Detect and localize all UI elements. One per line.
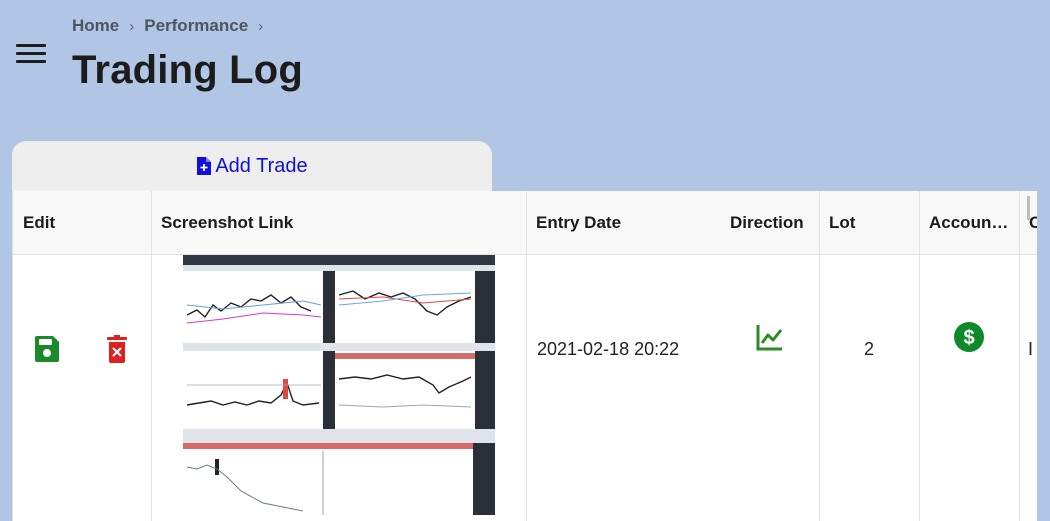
column-divider bbox=[526, 191, 527, 521]
column-divider bbox=[919, 191, 920, 521]
add-trade-tab[interactable]: Add Trade bbox=[12, 141, 492, 191]
breadcrumb-performance[interactable]: Performance bbox=[144, 16, 248, 36]
menu-icon[interactable] bbox=[16, 44, 48, 68]
trending-up-icon bbox=[756, 323, 784, 351]
column-divider bbox=[151, 191, 152, 521]
trading-chart-screenshot[interactable] bbox=[183, 255, 495, 515]
save-icon[interactable] bbox=[34, 335, 60, 363]
column-divider bbox=[1019, 191, 1020, 521]
add-trade-label: Add Trade bbox=[215, 154, 308, 177]
delete-icon[interactable] bbox=[106, 335, 128, 363]
breadcrumb-separator: › bbox=[258, 17, 264, 35]
column-header-lot[interactable]: Lot bbox=[819, 191, 919, 254]
breadcrumb: Home › Performance › bbox=[72, 16, 263, 36]
dollar-circle-icon: $ bbox=[953, 321, 985, 353]
breadcrumb-separator: › bbox=[129, 17, 135, 35]
partial-cell: I bbox=[1028, 338, 1034, 359]
lot-cell: 2 bbox=[863, 338, 874, 359]
column-header-account[interactable]: Accoun… bbox=[919, 191, 1019, 254]
entry-date-cell: 2021-02-18 20:22 bbox=[537, 338, 680, 359]
trading-log-grid: Edit Screenshot Link Entry Date Directio… bbox=[12, 191, 1037, 521]
column-header-edit[interactable]: Edit bbox=[13, 191, 151, 254]
column-header-entry-date[interactable]: Entry Date bbox=[526, 191, 716, 254]
column-header-direction[interactable]: Direction bbox=[720, 191, 818, 254]
grid-header-row: Edit Screenshot Link Entry Date Directio… bbox=[13, 191, 1037, 255]
column-resize-handle[interactable] bbox=[1027, 196, 1030, 220]
breadcrumb-home[interactable]: Home bbox=[72, 16, 119, 36]
svg-text:$: $ bbox=[963, 327, 974, 349]
file-plus-icon bbox=[197, 157, 212, 175]
column-header-screenshot-link[interactable]: Screenshot Link bbox=[151, 191, 526, 254]
page-title: Trading Log bbox=[72, 48, 304, 92]
